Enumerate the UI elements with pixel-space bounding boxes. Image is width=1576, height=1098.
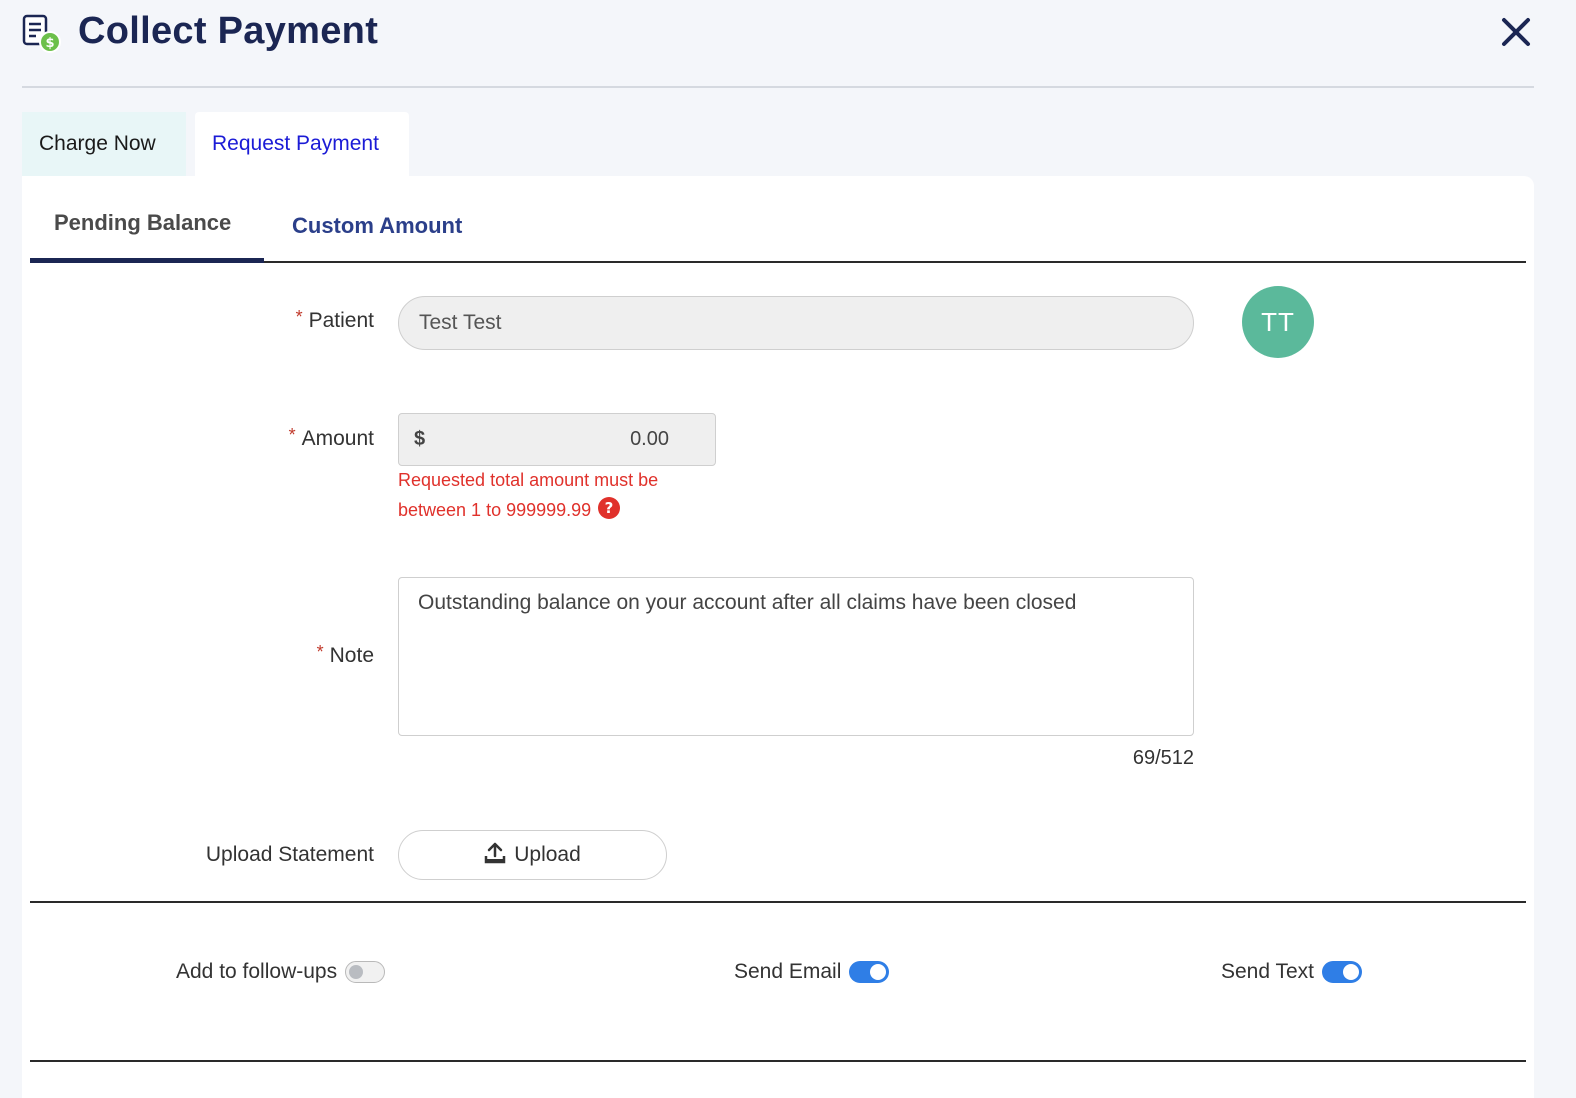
required-marker: * [295,307,303,327]
send-email-switch[interactable] [849,961,890,983]
amount-label: * Amount [288,425,374,450]
patient-label: * Patient [295,307,374,332]
followups-switch[interactable] [345,961,386,983]
amount-value: 0.00 [630,428,669,450]
send-text-label: Send Text [1221,960,1315,983]
avatar: TT [1242,286,1314,358]
toggle-send-text: Send Text [1221,960,1363,984]
upload-button[interactable]: Upload [398,830,667,880]
note-textarea[interactable]: Outstanding balance on your account afte… [398,577,1194,736]
send-text-switch[interactable] [1322,961,1363,983]
note-label: * Note [316,642,374,667]
close-icon[interactable] [1498,14,1534,50]
currency-symbol: $ [414,428,426,450]
page-title: Collect Payment [78,10,379,52]
invoice-dollar-icon: $ [22,14,61,53]
send-email-label: Send Email [734,960,842,983]
svg-text:$: $ [45,36,54,51]
character-count: 69/512 [1132,747,1194,769]
upload-icon [484,842,506,864]
amount-field[interactable]: $ 0.00 [398,413,716,466]
help-icon[interactable]: ? [597,496,621,520]
modal-header: $ Collect Payment [22,0,1534,88]
divider [30,901,1526,903]
tab-request-payment[interactable]: Request Payment [195,112,409,176]
request-payment-panel: Pending Balance Custom Amount * Patient T… [22,176,1534,1098]
upload-statement-label: Upload Statement [205,843,374,866]
toggle-send-email: Send Email [734,960,890,984]
amount-error-message: Requested total amount must be between 1… [398,470,659,520]
required-marker: * [316,642,324,662]
tab-charge-now[interactable]: Charge Now [22,112,186,176]
tab-pending-balance[interactable]: Pending Balance [54,210,231,236]
payment-mode-tabs: Charge Now Request Payment [22,112,409,176]
toggle-add-to-followups: Add to follow-ups [176,960,386,984]
balance-type-tabs: Pending Balance Custom Amount [30,176,1526,263]
active-tab-indicator [30,258,264,263]
patient-field[interactable]: Test Test [398,296,1194,350]
followups-label: Add to follow-ups [176,960,338,983]
divider [30,1060,1526,1062]
required-marker: * [288,425,296,445]
tab-custom-amount[interactable]: Custom Amount [292,213,462,239]
svg-text:?: ? [605,499,614,517]
